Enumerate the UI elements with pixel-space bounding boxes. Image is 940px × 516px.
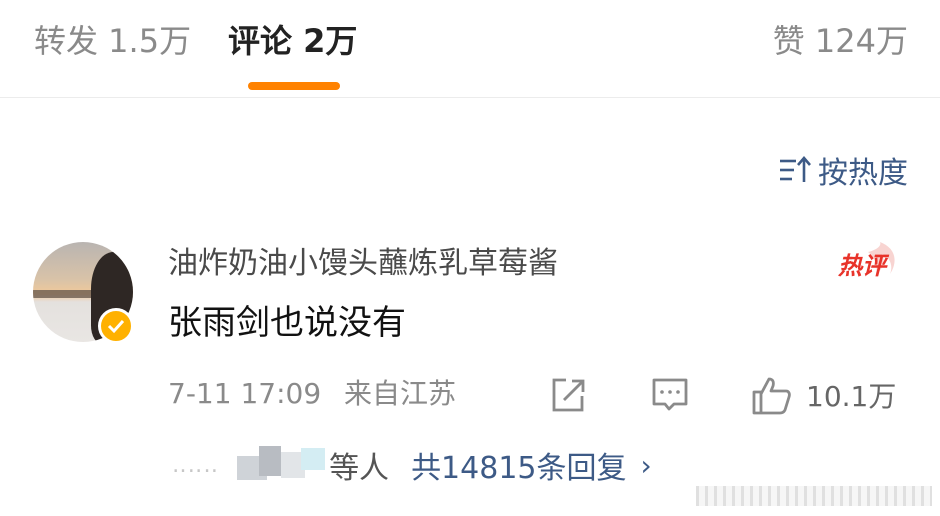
chevron-right-icon: ›	[640, 448, 652, 482]
comment-source: 来自江苏	[344, 377, 457, 410]
blurred-replier-names	[237, 446, 329, 484]
comment-timestamp: 7-11 17:09	[168, 377, 322, 410]
active-tab-indicator	[248, 82, 340, 90]
comment-icon	[652, 378, 688, 411]
replier-suffix: 等人	[329, 451, 390, 486]
comment-meta: 7-11 17:09 来自江苏	[168, 372, 456, 416]
hot-comment-badge: 热评	[832, 240, 902, 282]
hot-badge-label: 热评	[838, 252, 886, 280]
tab-like[interactable]: 赞 124万	[773, 18, 908, 64]
checkmark-icon	[107, 319, 125, 334]
tab-comment[interactable]: 评论 2万	[228, 18, 357, 64]
share-icon	[552, 378, 585, 412]
sort-button[interactable]: 按热度	[778, 148, 908, 192]
comment-page: 转发 1.5万 评论 2万 赞 124万 按热度 油炸奶油小馒头蘸炼乳草莓酱 热…	[0, 0, 940, 516]
share-button[interactable]	[548, 372, 590, 418]
comment-text: 张雨剑也说没有	[168, 303, 406, 343]
reply-dots: ‥‥‥	[172, 452, 220, 478]
watermark	[696, 486, 932, 506]
tab-repost[interactable]: 转发 1.5万	[34, 18, 191, 64]
like-button[interactable]: 10.1万	[750, 372, 896, 418]
verified-badge-icon	[98, 308, 134, 344]
sort-icon	[780, 156, 811, 182]
sort-label: 按热度	[818, 156, 908, 191]
view-replies-link[interactable]: 共14815条回复	[411, 443, 626, 487]
reply-button[interactable]	[650, 372, 692, 418]
comment-username[interactable]: 油炸奶油小馒头蘸炼乳草莓酱	[168, 242, 558, 286]
tab-bar: 转发 1.5万 评论 2万 赞 124万	[0, 0, 940, 98]
thumbs-up-icon	[752, 377, 791, 415]
like-count: 10.1万	[806, 380, 897, 413]
reply-summary: ‥‥‥ 等人 共14815条回复 ›	[172, 440, 652, 490]
